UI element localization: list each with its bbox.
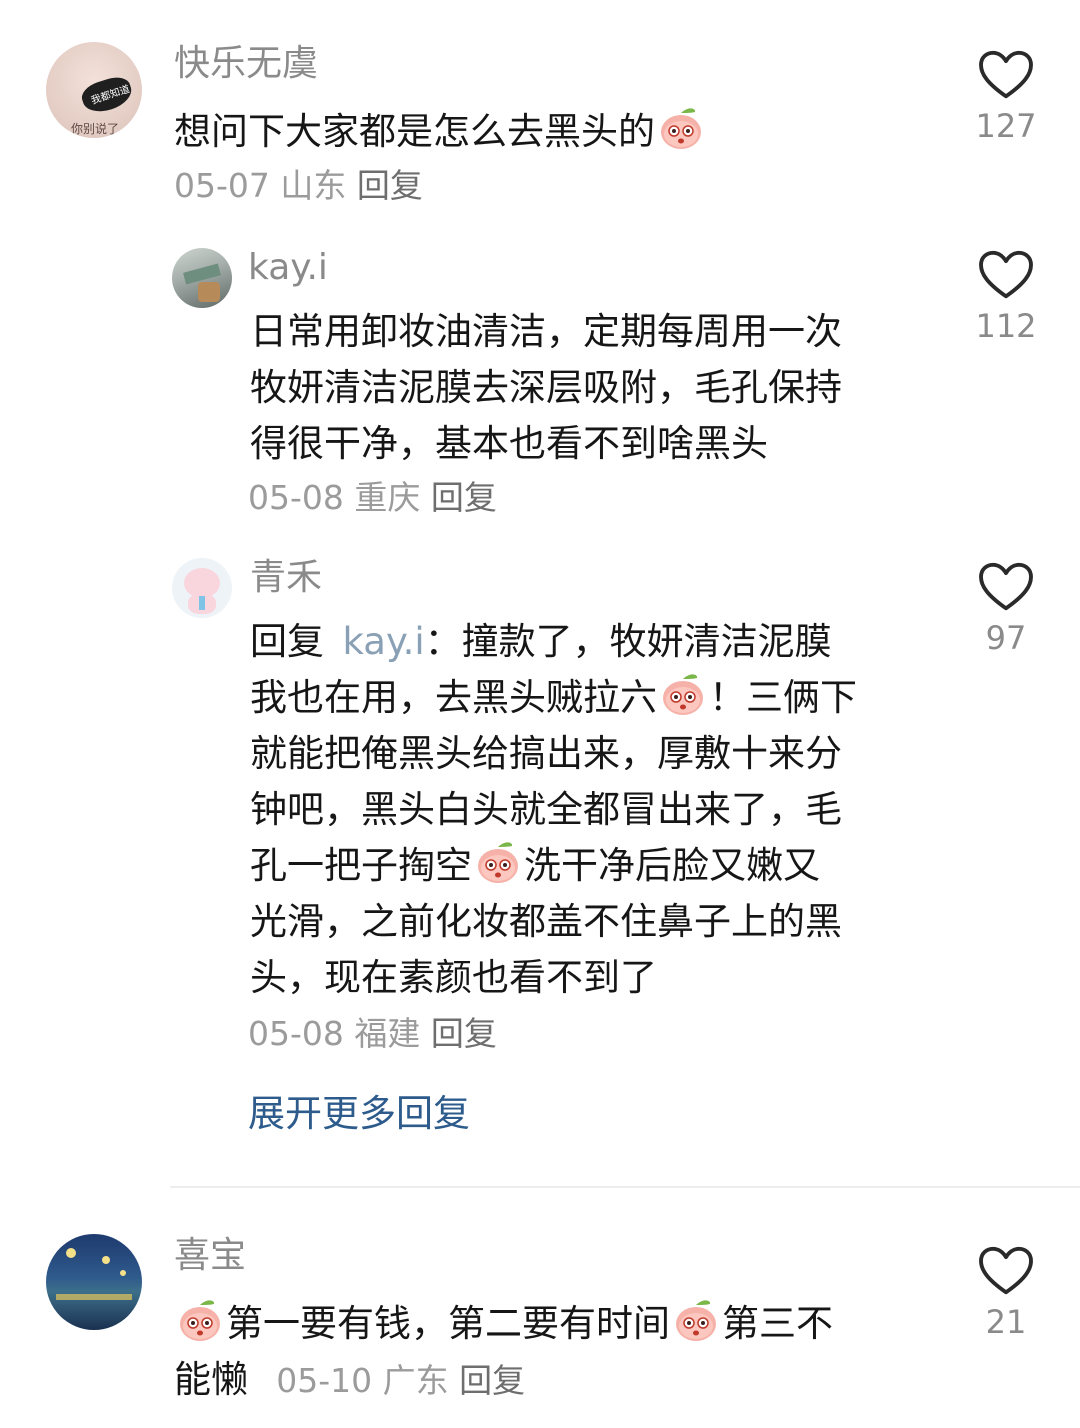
divider [170, 1186, 1080, 1188]
peach-emoji-icon [659, 670, 707, 718]
comment-location: 重庆 [354, 478, 421, 517]
comment-text-line: 钟吧，黑头白头就全都冒出来了，毛 [250, 788, 842, 831]
comment-text-line: 能懒 [174, 1358, 248, 1401]
comment-text-line: 孔一把子掏空 [250, 844, 472, 887]
comment-text: 回复 kay.i：撞款了，牧妍清洁泥膜 我也在用，去黑头贼拉六 ！三俩下 就能把俺… [250, 614, 857, 1006]
like-count: 97 [985, 619, 1027, 657]
comment-text-line: 光滑，之前化妆都盖不住鼻子上的黑 [250, 900, 842, 943]
heart-outline-icon [978, 50, 1034, 100]
expand-more-replies-button[interactable]: 展开更多回复 [248, 1090, 470, 1138]
like-count: 21 [985, 1303, 1027, 1341]
username[interactable]: 快乐无虞 [174, 42, 318, 86]
comment-meta: 05-08 重庆 回复 [248, 478, 497, 518]
comment-text-line: 头，现在素颜也看不到了 [250, 956, 657, 999]
avatar-detail [199, 596, 205, 610]
reply-prefix: 回复 [250, 620, 324, 663]
comment-text-line: 得很干净，基本也看不到啥黑头 [250, 422, 768, 465]
comment-meta: 05-10 广东 回复 [260, 1361, 525, 1400]
comment-text-line: 日常用卸妆油清洁，定期每周用一次 [250, 310, 842, 353]
comment-text-line: 牧妍清洁泥膜去深层吸附，毛孔保持 [250, 366, 842, 409]
avatar-user-1[interactable]: 我都知道 你别说了 [46, 42, 142, 138]
like-button[interactable]: 112 [956, 250, 1056, 346]
avatar-star [120, 1270, 126, 1276]
like-button[interactable]: 127 [956, 50, 1056, 146]
comment-text: 第一要有钱，第二要有时间 第三不 能懒 05-10 广东 回复 [174, 1296, 833, 1408]
avatar-user-reply-2[interactable] [172, 558, 232, 618]
avatar-user-2[interactable] [46, 1234, 142, 1330]
avatar-subcaption: 你别说了 [70, 122, 119, 136]
peach-emoji-icon [672, 1296, 720, 1344]
heart-outline-icon [978, 250, 1034, 300]
mention-link[interactable]: kay.i [343, 620, 425, 663]
avatar-user-reply-1[interactable] [172, 248, 232, 308]
avatar-detail [198, 282, 220, 302]
reply-button[interactable]: 回复 [357, 166, 423, 205]
like-count: 112 [975, 307, 1037, 345]
reply-button[interactable]: 回复 [459, 1361, 525, 1400]
comment-text-line: 第三不 [722, 1302, 833, 1345]
reply-button[interactable]: 回复 [431, 1014, 497, 1053]
comment-text: 想问下大家都是怎么去黑头的 [174, 104, 707, 160]
username[interactable]: 喜宝 [174, 1234, 246, 1278]
comment-text-line: 想问下大家都是怎么去黑头的 [174, 110, 655, 153]
heart-outline-icon [978, 1246, 1034, 1296]
comment-date: 05-10 [276, 1361, 373, 1400]
comment-text-line: 第一要有钱，第二要有时间 [226, 1302, 670, 1345]
comment-text-line: 洗干净后脸又嫩又 [524, 844, 820, 887]
like-count: 127 [975, 107, 1037, 145]
avatar-star [102, 1256, 110, 1264]
comment-date: 05-08 [248, 478, 344, 517]
comment-text-line: ：撞款了，牧妍清洁泥膜 [424, 620, 832, 663]
comment-date: 05-07 [174, 166, 270, 205]
comment-meta: 05-08 福建 回复 [248, 1014, 497, 1054]
peach-emoji-icon [657, 104, 705, 152]
username[interactable]: 青禾 [250, 556, 322, 600]
peach-emoji-icon [474, 838, 522, 886]
avatar-reflection [56, 1294, 132, 1300]
comment-location: 广东 [382, 1361, 449, 1400]
reply-button[interactable]: 回复 [431, 478, 497, 517]
comment-text-line: ！三俩下 [709, 676, 857, 719]
comment-location: 山东 [280, 166, 347, 205]
like-button[interactable]: 97 [956, 562, 1056, 658]
comment-text: 日常用卸妆油清洁，定期每周用一次 牧妍清洁泥膜去深层吸附，毛孔保持 得很干净，基… [250, 304, 842, 472]
heart-outline-icon [978, 562, 1034, 612]
comment-date: 05-08 [248, 1014, 344, 1053]
comment-text-line: 我也在用，去黑头贼拉六 [250, 676, 657, 719]
peach-emoji-icon [176, 1296, 224, 1344]
avatar-star [66, 1248, 76, 1258]
comment-location: 福建 [354, 1014, 421, 1053]
comment-text-line: 就能把俺黑头给搞出来，厚敷十来分 [250, 732, 842, 775]
username[interactable]: kay.i [248, 246, 328, 290]
like-button[interactable]: 21 [956, 1246, 1056, 1342]
comment-meta: 05-07 山东 回复 [174, 166, 423, 206]
